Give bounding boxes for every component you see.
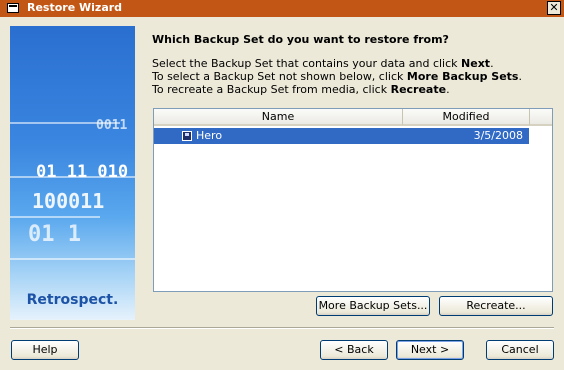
next-button[interactable]: Next > [396, 340, 464, 360]
close-button[interactable]: ✕ [547, 1, 561, 15]
footer-separator [10, 327, 554, 329]
back-button[interactable]: < Back [320, 340, 388, 360]
cancel-button[interactable]: Cancel [486, 340, 554, 360]
instruction-line: To select a Backup Set not shown below, … [152, 70, 522, 83]
more-backup-sets-button[interactable]: More Backup Sets... [316, 296, 430, 316]
recreate-button[interactable]: Recreate... [439, 296, 553, 316]
column-header-modified[interactable]: Modified [403, 109, 530, 126]
instruction-text: . [518, 70, 522, 83]
instruction-emphasis: Recreate [390, 83, 447, 96]
logo-text: Retrospect [26, 292, 113, 308]
list-item[interactable]: Hero 3/5/2008 [154, 128, 529, 144]
banner-code: 100011 [32, 189, 105, 213]
backup-set-name: Hero [196, 129, 223, 142]
help-button[interactable]: Help [11, 340, 79, 360]
banner-streak [10, 216, 100, 218]
title-bar[interactable]: Restore Wizard ✕ [0, 0, 564, 17]
logo-mark: . [113, 292, 119, 308]
banner-code: 01 11 010 [36, 162, 129, 182]
instruction-text: . [446, 83, 450, 96]
retrospect-logo: Retrospect. [10, 292, 135, 308]
backup-set-list[interactable]: Name Modified Hero 3/5/2008 [153, 108, 553, 292]
instruction-text: To select a Backup Set not shown below, … [152, 70, 407, 83]
column-header-name[interactable]: Name [154, 109, 403, 126]
banner-code: 0011 [96, 118, 128, 133]
instruction-text: . [490, 57, 494, 70]
restore-wizard-window: Restore Wizard ✕ 0011 01 11 010 100011 0… [0, 0, 564, 370]
backup-set-modified: 3/5/2008 [473, 129, 523, 142]
list-header: Name Modified [154, 109, 552, 126]
window-title: Restore Wizard [27, 1, 123, 14]
floppy-disk-icon [182, 131, 192, 141]
instructions: Select the Backup Set that contains your… [152, 57, 522, 96]
instruction-emphasis: Next [461, 57, 491, 70]
instruction-line: Select the Backup Set that contains your… [152, 57, 522, 70]
instruction-text: To recreate a Backup Set from media, cli… [152, 83, 391, 96]
instruction-emphasis: More Backup Sets [406, 70, 519, 83]
column-header-filler [530, 109, 552, 126]
instruction-text: Select the Backup Set that contains your… [152, 57, 462, 70]
instruction-line: To recreate a Backup Set from media, cli… [152, 83, 522, 96]
sidebar-banner: 0011 01 11 010 100011 01 1 Retrospect. [10, 26, 135, 320]
window-icon [7, 3, 19, 13]
banner-code: 01 1 [28, 222, 81, 247]
page-heading: Which Backup Set do you want to restore … [152, 33, 449, 46]
banner-streak [10, 258, 135, 260]
